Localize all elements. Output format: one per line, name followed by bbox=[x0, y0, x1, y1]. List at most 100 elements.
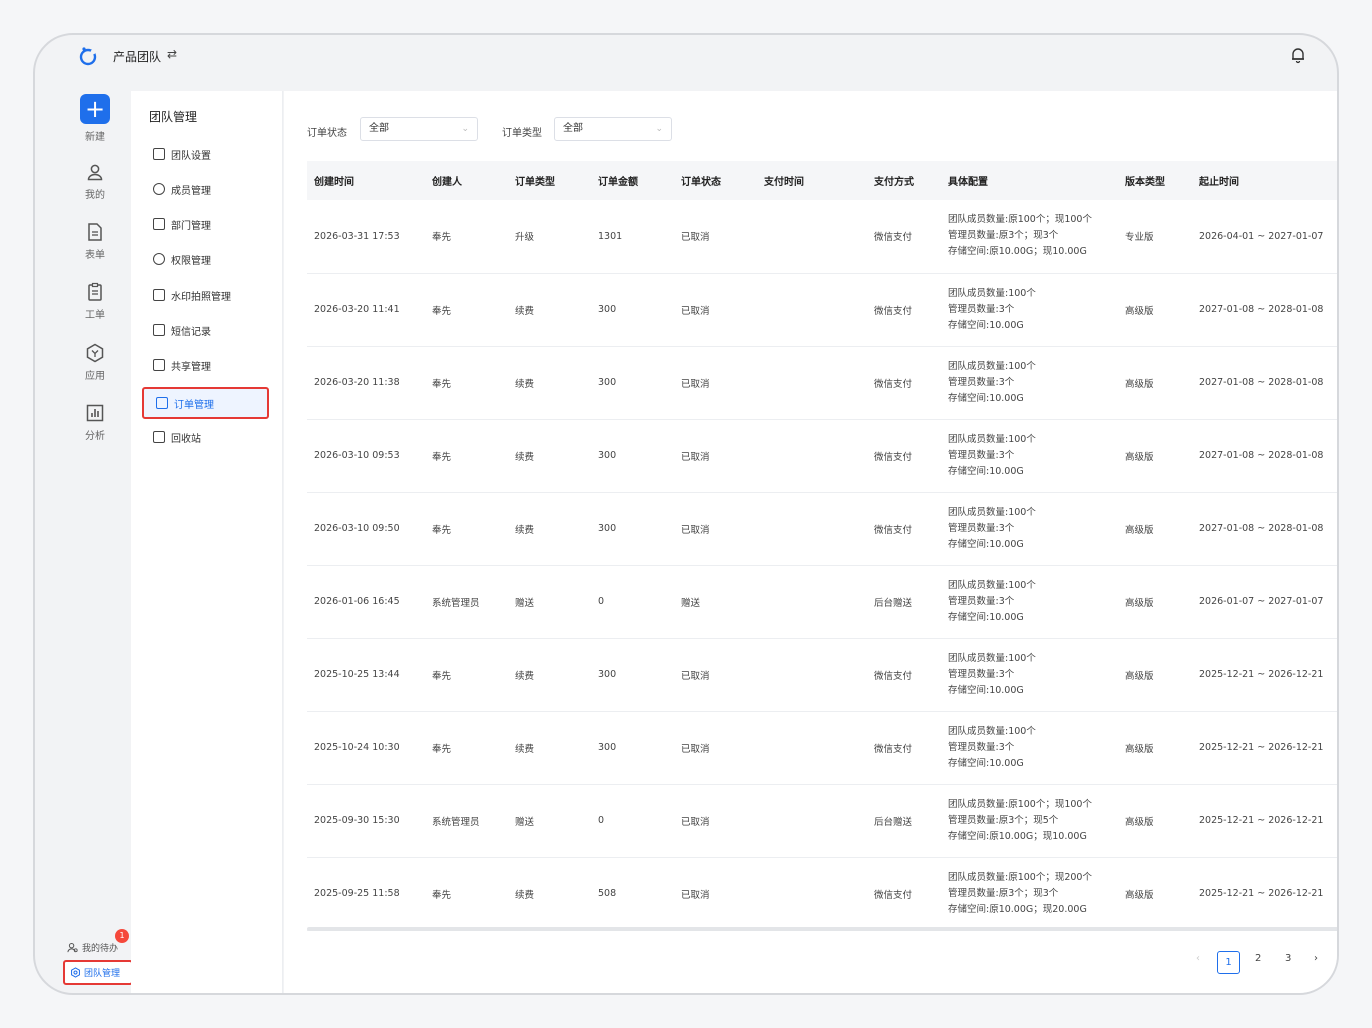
config-line: 团队成员数量:100个 bbox=[948, 506, 1036, 518]
sub-item-sharing[interactable]: 共享管理 bbox=[145, 354, 265, 376]
edition-cell: 高级版 bbox=[1118, 346, 1192, 420]
config-line: 团队成员数量:100个 bbox=[948, 433, 1036, 445]
order-type-cell: 续费 bbox=[508, 492, 591, 566]
sub-item-recycle-bin[interactable]: 回收站 bbox=[145, 426, 265, 448]
sub-item-members[interactable]: 成员管理 bbox=[145, 178, 265, 200]
config-line: 存储空间:原10.00G；现10.00G bbox=[948, 830, 1087, 842]
order-icon bbox=[156, 397, 168, 409]
switch-team-icon[interactable]: ⇄ bbox=[167, 47, 177, 61]
created-time-cell: 2025-09-25 11:58 bbox=[307, 857, 425, 931]
paid-time-cell bbox=[757, 273, 867, 347]
pay-method-cell: 微信支付 bbox=[867, 857, 941, 931]
message-icon bbox=[153, 324, 165, 336]
pay-method-cell: 后台赠送 bbox=[867, 565, 941, 639]
sub-item-permissions[interactable]: 权限管理 bbox=[145, 248, 265, 270]
order-status-cell: 已取消 bbox=[674, 784, 757, 858]
created-time-cell: 2026-01-06 16:45 bbox=[307, 565, 425, 639]
rail-new[interactable]: + 新建 bbox=[59, 94, 131, 143]
my-todo-link[interactable]: 我的待办 bbox=[67, 941, 118, 954]
sub-item-team-settings[interactable]: 团队设置 bbox=[145, 143, 265, 165]
config-cell: 团队成员数量:100个 管理员数量:3个 存储空间:10.00G bbox=[941, 419, 1118, 493]
horizontal-scrollbar[interactable] bbox=[307, 927, 1337, 931]
sub-nav-title: 团队管理 bbox=[149, 110, 198, 124]
order-amount-cell: 508 bbox=[591, 857, 674, 931]
column-header: 创建人 bbox=[425, 161, 508, 200]
bell-icon[interactable] bbox=[1289, 46, 1307, 64]
table-row[interactable]: 2025-09-25 11:58 奉先 续费 508 已取消 微信支付 团队成员数量:原10… bbox=[307, 857, 1337, 931]
order-status-cell: 已取消 bbox=[674, 857, 757, 931]
table-row[interactable]: 2026-03-20 11:38 奉先 续费 300 已取消 微信支付 团队成员数量:100… bbox=[307, 346, 1337, 420]
order-type-select[interactable]: 全部 ⌄ bbox=[554, 117, 672, 141]
pay-method-cell: 微信支付 bbox=[867, 492, 941, 566]
pagination-prev[interactable]: ‹ bbox=[1196, 953, 1200, 964]
paid-time-cell bbox=[757, 711, 867, 785]
order-status-cell: 赠送 bbox=[674, 565, 757, 639]
sub-item-label: 权限管理 bbox=[171, 255, 211, 267]
pagination-next[interactable]: › bbox=[1314, 953, 1318, 964]
period-cell: 2026-04-01 ~ 2027-01-07 bbox=[1192, 200, 1337, 274]
table-row[interactable]: 2026-03-31 17:53 奉先 升级 1301 已取消 微信支付 团队成员数量:原1… bbox=[307, 200, 1337, 274]
table-row[interactable]: 2025-10-24 10:30 奉先 续费 300 已取消 微信支付 团队成员数量:100… bbox=[307, 711, 1337, 785]
orders-table: 创建时间 创建人 订单类型 订单金额 订单状态 支付时间 支付方式 具体配置 版… bbox=[307, 161, 1337, 931]
paid-time-cell bbox=[757, 784, 867, 858]
sub-item-departments[interactable]: 部门管理 bbox=[145, 213, 265, 235]
created-time-cell: 2026-03-10 09:50 bbox=[307, 492, 425, 566]
table-row[interactable]: 2025-10-25 13:44 奉先 续费 300 已取消 微信支付 团队成员数量:100… bbox=[307, 638, 1337, 712]
table-row[interactable]: 2026-03-10 09:50 奉先 续费 300 已取消 微信支付 团队成员数量:100… bbox=[307, 492, 1337, 566]
sub-item-watermark[interactable]: 水印拍照管理 bbox=[145, 284, 265, 306]
rail-item-label: 我的 bbox=[85, 190, 105, 201]
orders-panel: 订单状态 全部 ⌄ 订单类型 全部 ⌄ 创建时间 创建人 订单类型 订单金额 订… bbox=[284, 91, 1337, 993]
config-line: 存储空间:10.00G bbox=[948, 465, 1024, 477]
pagination-page-1[interactable]: 1 bbox=[1217, 951, 1240, 974]
pagination-page-3[interactable]: 3 bbox=[1285, 953, 1291, 964]
config-line: 管理员数量:3个 bbox=[948, 303, 1015, 315]
rail-item-analytics[interactable]: 分析 bbox=[59, 403, 131, 442]
config-cell: 团队成员数量:100个 管理员数量:3个 存储空间:10.00G bbox=[941, 565, 1118, 639]
order-status-cell: 已取消 bbox=[674, 711, 757, 785]
my-todo-label: 我的待办 bbox=[82, 944, 119, 954]
sub-item-label: 部门管理 bbox=[171, 220, 211, 232]
sub-item-orders[interactable]: 订单管理 bbox=[142, 387, 269, 419]
order-status-select[interactable]: 全部 ⌄ bbox=[360, 117, 478, 141]
table-row[interactable]: 2026-01-06 16:45 系统管理员 赠送 0 赠送 后台赠送 团队成员数量:100… bbox=[307, 565, 1337, 639]
edition-cell: 高级版 bbox=[1118, 565, 1192, 639]
order-amount-cell: 300 bbox=[591, 346, 674, 420]
sub-item-sms[interactable]: 短信记录 bbox=[145, 319, 265, 341]
team-name[interactable]: 产品团队 bbox=[113, 48, 161, 65]
team-management-label: 团队管理 bbox=[84, 969, 121, 979]
team-management-nav: 团队管理 团队设置 成员管理 部门管理 权限管理 水印拍照管理 短信记录 共享管… bbox=[131, 91, 283, 993]
column-header: 支付方式 bbox=[867, 161, 941, 200]
order-amount-cell: 300 bbox=[591, 419, 674, 493]
period-cell: 2027-01-08 ~ 2028-01-08 bbox=[1192, 492, 1337, 566]
period-cell: 2027-01-08 ~ 2028-01-08 bbox=[1192, 419, 1337, 493]
table-row[interactable]: 2025-09-30 15:30 系统管理员 赠送 0 已取消 后台赠送 团队成员数量:原1… bbox=[307, 784, 1337, 858]
table-row[interactable]: 2026-03-20 11:41 奉先 续费 300 已取消 微信支付 团队成员数量:100… bbox=[307, 273, 1337, 347]
rail-item-mine[interactable]: 我的 bbox=[59, 162, 131, 201]
period-cell: 2025-12-21 ~ 2026-12-21 bbox=[1192, 784, 1337, 858]
pagination-page-2[interactable]: 2 bbox=[1255, 953, 1261, 964]
order-status-cell: 已取消 bbox=[674, 638, 757, 712]
order-status-cell: 已取消 bbox=[674, 419, 757, 493]
rail-item-forms[interactable]: 表单 bbox=[59, 222, 131, 261]
team-management-button[interactable]: 团队管理 bbox=[63, 960, 133, 985]
team-settings-icon bbox=[153, 148, 165, 160]
rail-item-label: 工单 bbox=[85, 310, 105, 321]
creator-cell: 奉先 bbox=[425, 857, 508, 931]
period-cell: 2026-01-07 ~ 2027-01-07 bbox=[1192, 565, 1337, 639]
column-header: 创建时间 bbox=[307, 161, 425, 200]
rail-item-apps[interactable]: 应用 bbox=[59, 343, 131, 382]
table-row[interactable]: 2026-03-10 09:53 奉先 续费 300 已取消 微信支付 团队成员数量:100… bbox=[307, 419, 1337, 493]
sub-item-label: 回收站 bbox=[171, 433, 201, 445]
column-header: 版本类型 bbox=[1118, 161, 1192, 200]
config-line: 存储空间:原10.00G；现10.00G bbox=[948, 246, 1087, 258]
rail-item-tickets[interactable]: 工单 bbox=[59, 282, 131, 321]
user-icon bbox=[87, 164, 103, 181]
order-type-label: 订单类型 bbox=[502, 128, 542, 139]
config-line: 团队成员数量:100个 bbox=[948, 725, 1036, 737]
config-line: 存储空间:原10.00G；现20.00G bbox=[948, 903, 1087, 915]
table-header-row: 创建时间 创建人 订单类型 订单金额 订单状态 支付时间 支付方式 具体配置 版… bbox=[307, 161, 1337, 200]
column-header: 订单状态 bbox=[674, 161, 757, 200]
config-line: 管理员数量:3个 bbox=[948, 522, 1015, 534]
rail-item-label: 分析 bbox=[85, 431, 105, 442]
members-icon bbox=[153, 183, 165, 195]
